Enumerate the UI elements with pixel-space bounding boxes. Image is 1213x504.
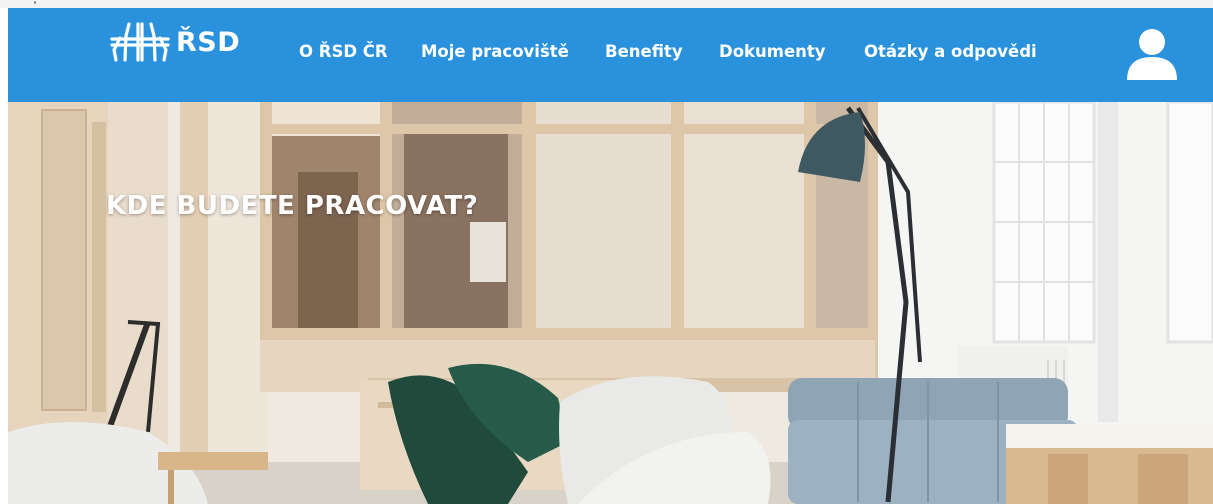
user-icon [1127, 29, 1177, 80]
user-account-button[interactable] [1124, 26, 1180, 82]
logo-text: ŘSD [176, 26, 241, 58]
edge-marker [34, 1, 36, 4]
nav-item-moje-pracoviste[interactable]: Moje pracoviště [421, 42, 569, 61]
site-header: ŘSD O ŘSD ČR Moje pracoviště Benefity Do… [8, 8, 1213, 102]
nav-item-o-rsd-cr[interactable]: O ŘSD ČR [299, 42, 388, 61]
nav-item-otazky-a-odpovedi[interactable]: Otázky a odpovědi [864, 42, 1037, 61]
highway-logo-icon [110, 22, 170, 62]
nav-item-dokumenty[interactable]: Dokumenty [719, 42, 826, 61]
logo[interactable]: ŘSD [108, 20, 240, 64]
hero-section: KDE BUDETE PRACOVAT? [8, 102, 1213, 504]
hero-title: KDE BUDETE PRACOVAT? [106, 191, 479, 222]
nav-item-benefity[interactable]: Benefity [605, 42, 683, 61]
office-interior-photo [8, 102, 1213, 504]
window-top-edge [0, 0, 1213, 8]
